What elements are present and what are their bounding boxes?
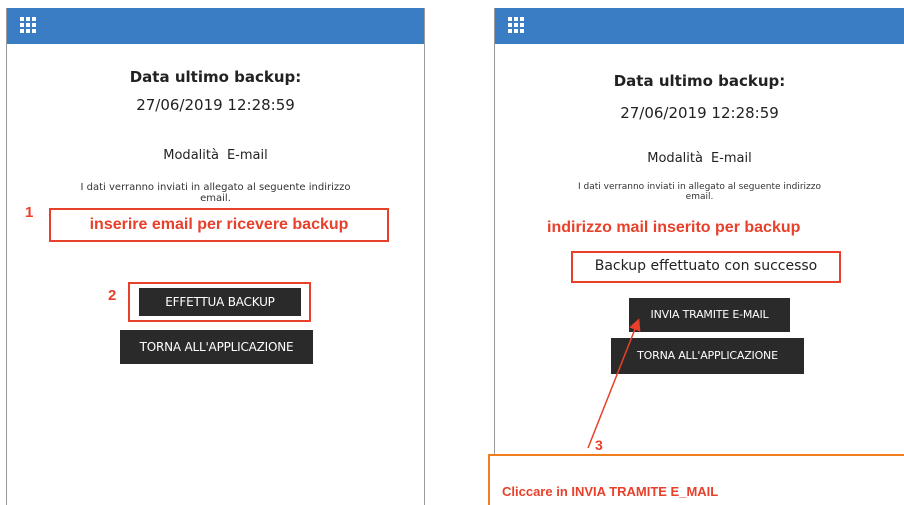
mode-value: E-mail (226, 148, 268, 163)
backup-screen-after: Data ultimo backup: 27/06/2019 12:28:59 … (494, 8, 904, 505)
step-3-marker: 3 (595, 437, 603, 453)
info-line-2: email. (200, 193, 231, 204)
last-backup-datetime: 27/06/2019 12:28:59 (620, 104, 779, 122)
info-line-2: email. (685, 192, 714, 202)
mode-row: Modalità E-mail (495, 151, 904, 166)
mode-label: Modalità (163, 148, 219, 163)
apps-grid-icon[interactable] (20, 17, 38, 35)
callout-text: Cliccare in INVIA TRAMITE E_MAIL (502, 484, 719, 499)
mode-value: E-mail (710, 151, 752, 166)
info-line-1: I dati verranno inviati in allegato al s… (80, 182, 351, 193)
invia-email-button[interactable]: INVIA TRAMITE E-MAIL (629, 298, 790, 332)
last-backup-title: Data ultimo backup: (613, 72, 786, 90)
step-1-marker: 1 (25, 204, 34, 221)
instruction-callout: Cliccare in INVIA TRAMITE E_MAIL (488, 454, 904, 505)
step-2-marker: 2 (108, 287, 117, 304)
apps-grid-icon[interactable] (508, 17, 526, 35)
mode-row: Modalità E-mail (7, 148, 424, 163)
effettua-backup-button[interactable]: EFFETTUA BACKUP (139, 288, 301, 316)
app-header (495, 8, 904, 44)
app-header (7, 8, 424, 44)
torna-applicazione-button[interactable]: TORNA ALL'APPLICAZIONE (120, 330, 313, 364)
info-text: I dati verranno inviati in allegato al s… (7, 182, 424, 204)
info-line-1: I dati verranno inviati in allegato al s… (578, 182, 821, 192)
email-input-placeholder: inserire email per ricevere backup (89, 216, 349, 233)
last-backup-title: Data ultimo backup: (129, 68, 302, 86)
last-backup-datetime: 27/06/2019 12:28:59 (136, 96, 295, 114)
backup-screen-before: Data ultimo backup: 27/06/2019 12:28:59 … (6, 8, 425, 505)
success-message: Backup effettuato con successo (571, 251, 841, 283)
torna-applicazione-button[interactable]: TORNA ALL'APPLICAZIONE (611, 338, 804, 374)
email-input-value[interactable]: indirizzo mail inserito per backup (547, 219, 877, 237)
canvas: Data ultimo backup: 27/06/2019 12:28:59 … (0, 0, 904, 505)
info-text: I dati verranno inviati in allegato al s… (495, 182, 904, 202)
mode-label: Modalità (647, 151, 703, 166)
email-input[interactable]: inserire email per ricevere backup (49, 208, 389, 242)
